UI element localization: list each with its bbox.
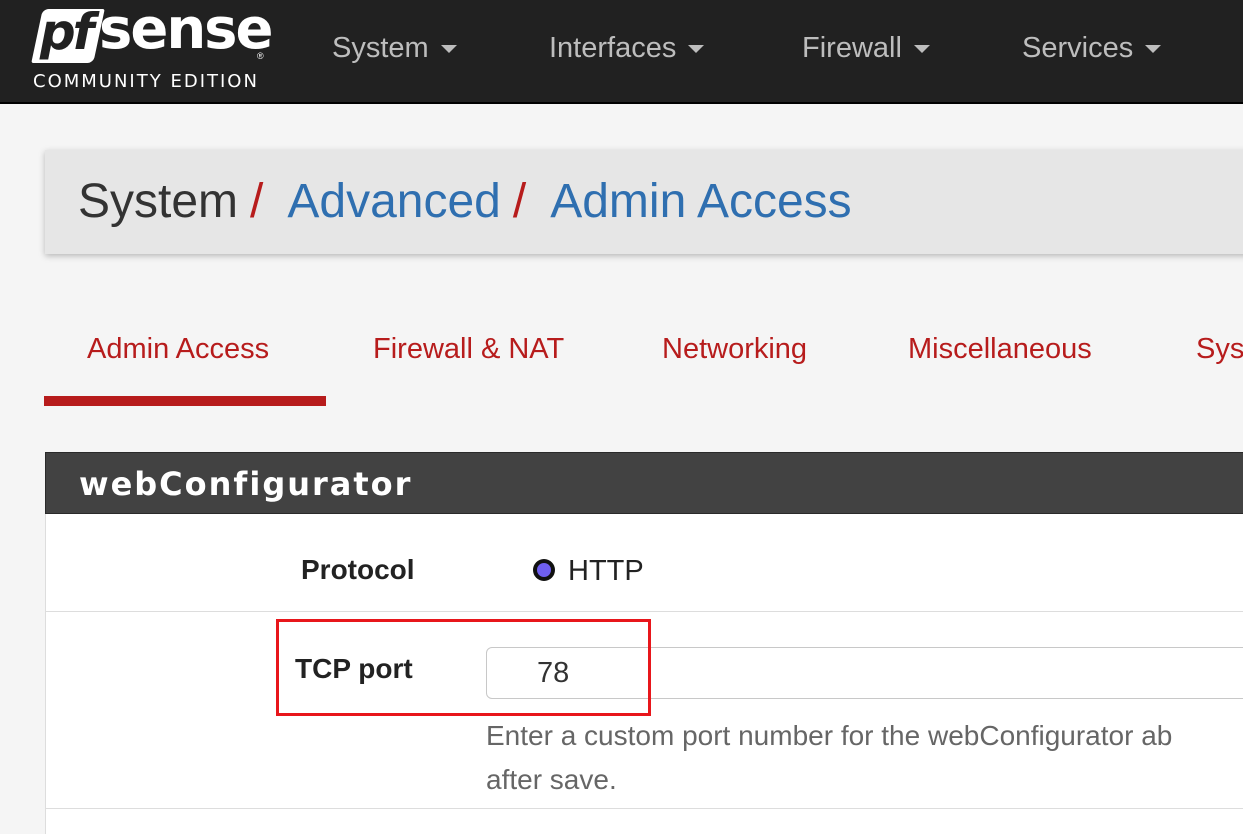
breadcrumb-separator: /: [512, 175, 527, 228]
pfsense-logo[interactable]: pf sense ® COMMUNITY EDITION: [31, 0, 273, 97]
tcp-port-help-line-1: Enter a custom port number for the webCo…: [486, 720, 1173, 751]
breadcrumb-link-admin-access[interactable]: Admin Access: [550, 174, 851, 229]
logo-wordmark: pf sense ®: [31, 0, 277, 71]
caret-down-icon: [913, 45, 930, 53]
panel-body: Protocol HTTP TCP port Enter a custom po…: [45, 514, 1243, 834]
breadcrumb-separator: /: [250, 175, 264, 228]
row-divider: [46, 611, 1243, 612]
nav-interfaces-label: Interfaces: [549, 31, 677, 64]
nav-services-menu[interactable]: Services: [1022, 28, 1162, 68]
top-navbar: pf sense ® COMMUNITY EDITION System Inte…: [0, 0, 1243, 104]
tab-admin-access[interactable]: Admin Access: [87, 333, 269, 366]
active-tab-indicator: [44, 396, 326, 406]
logo-pf-text: pf: [39, 3, 92, 61]
tab-networking[interactable]: Networking: [662, 333, 807, 366]
tab-miscellaneous[interactable]: Miscellaneous: [908, 333, 1092, 366]
nav-services-label: Services: [1022, 31, 1134, 64]
panel-heading: webConfigurator: [45, 452, 1243, 514]
radio-selected-dot: [537, 563, 551, 577]
logo-sense-text: sense: [99, 0, 273, 62]
breadcrumb-link-advanced[interactable]: Advanced: [287, 174, 501, 229]
tcp-port-help-text: Enter a custom port number for the webCo…: [486, 714, 1243, 802]
caret-down-icon: [440, 45, 457, 53]
caret-down-icon: [688, 45, 705, 53]
logo-registered-mark: ®: [257, 51, 264, 61]
nav-firewall-label: Firewall: [802, 31, 902, 64]
protocol-http-radio[interactable]: [533, 559, 555, 581]
nav-system-label: System: [332, 31, 429, 64]
tcp-port-label: TCP port: [295, 653, 413, 684]
panel-title: webConfigurator: [79, 465, 413, 503]
nav-firewall-menu[interactable]: Firewall: [802, 28, 930, 68]
protocol-label: Protocol: [301, 554, 415, 585]
breadcrumb-root: System: [78, 175, 239, 228]
caret-down-icon: [1145, 45, 1162, 53]
breadcrumb-trail: System / Advanced / Admin Access: [78, 174, 852, 229]
tcp-port-help-line-2: after save.: [486, 764, 617, 795]
nav-interfaces-menu[interactable]: Interfaces: [549, 28, 705, 68]
protocol-http-label[interactable]: HTTP: [568, 555, 644, 588]
tcp-port-input[interactable]: [486, 647, 1243, 699]
tab-firewall-nat[interactable]: Firewall & NAT: [373, 333, 564, 366]
logo-pf-badge: pf: [31, 3, 105, 63]
row-divider: [46, 808, 1243, 809]
nav-system-menu[interactable]: System: [332, 28, 457, 68]
tab-system-tunables[interactable]: Sys: [1196, 333, 1243, 366]
breadcrumb: System / Advanced / Admin Access: [45, 150, 1243, 254]
logo-edition-text: COMMUNITY EDITION: [33, 71, 259, 92]
